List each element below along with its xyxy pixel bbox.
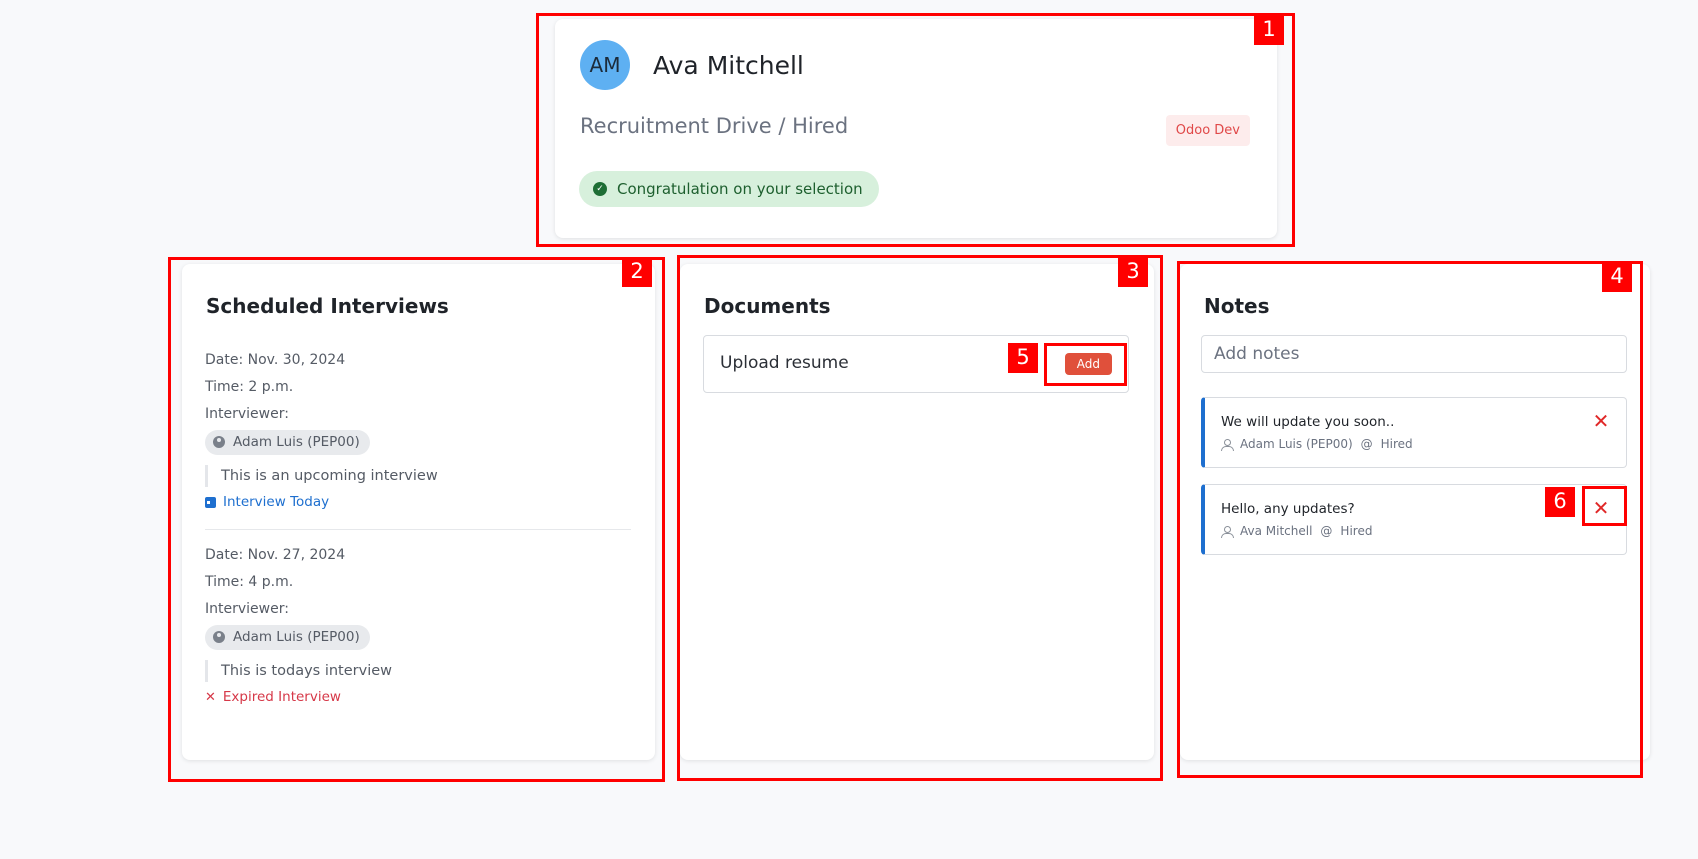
user-circle-icon bbox=[213, 631, 225, 643]
calendar-icon bbox=[205, 496, 216, 508]
person-icon bbox=[1221, 525, 1234, 538]
interview-date: Date: Nov. 27, 2024 bbox=[205, 547, 346, 563]
note-stage: Hired bbox=[1340, 524, 1373, 538]
interviewer-chip: Adam Luis (PEP00) bbox=[205, 430, 370, 455]
x-icon: ✕ bbox=[205, 689, 216, 705]
interviewer-label: Interviewer: bbox=[205, 406, 289, 422]
delete-note-button[interactable]: ✕ bbox=[1590, 497, 1612, 519]
divider bbox=[205, 529, 631, 530]
documents-card: Documents Upload resume Add bbox=[680, 264, 1154, 760]
annotation-label: 4 bbox=[1602, 262, 1632, 292]
note-meta: Adam Luis (PEP00) @ Hired bbox=[1221, 437, 1413, 451]
company-badge: Odoo Dev bbox=[1165, 115, 1250, 146]
check-circle-icon: ✓ bbox=[593, 182, 607, 196]
note-author: Adam Luis (PEP00) bbox=[1240, 437, 1353, 451]
note-text: We will update you soon.. bbox=[1221, 414, 1395, 430]
interviewer-name: Adam Luis (PEP00) bbox=[233, 434, 360, 450]
add-notes-input[interactable] bbox=[1201, 335, 1627, 373]
interview-status-text: Expired Interview bbox=[222, 689, 341, 705]
selection-alert: ✓ Congratulation on your selection bbox=[579, 171, 879, 207]
scheduled-interviews-title: Scheduled Interviews bbox=[206, 294, 449, 318]
note-meta: Ava Mitchell @ Hired bbox=[1221, 524, 1372, 538]
close-icon: ✕ bbox=[1592, 409, 1610, 433]
interview-time: Time: 4 p.m. bbox=[205, 574, 294, 590]
documents-title: Documents bbox=[704, 294, 831, 318]
annotation-label: 5 bbox=[1008, 343, 1038, 373]
interviewer-name: Adam Luis (PEP00) bbox=[233, 629, 360, 645]
add-document-button[interactable]: Add bbox=[1064, 353, 1112, 375]
interview-status-text: Interview Today bbox=[223, 494, 330, 510]
interview-item: Date: Nov. 30, 2024 Time: 2 p.m. Intervi… bbox=[205, 347, 631, 510]
annotation-label: 1 bbox=[1254, 15, 1284, 45]
note-at: @ bbox=[1360, 437, 1373, 451]
interview-time: Time: 2 p.m. bbox=[205, 379, 294, 395]
user-circle-icon bbox=[213, 436, 225, 448]
note-stage: Hired bbox=[1380, 437, 1413, 451]
person-icon bbox=[1221, 438, 1234, 451]
annotation-label: 2 bbox=[622, 257, 652, 287]
interview-status: Interview Today bbox=[205, 494, 631, 510]
note-item: We will update you soon.. Adam Luis (PEP… bbox=[1201, 397, 1627, 468]
avatar: AM bbox=[580, 40, 630, 90]
interviewer-label: Interviewer: bbox=[205, 601, 289, 617]
selection-alert-text: Congratulation on your selection bbox=[617, 180, 863, 198]
interview-note: This is todays interview bbox=[205, 660, 631, 682]
note-text: Hello, any updates? bbox=[1221, 501, 1355, 517]
applicant-header-card: AM Ava Mitchell Recruitment Drive / Hire… bbox=[555, 19, 1277, 238]
interview-date: Date: Nov. 30, 2024 bbox=[205, 352, 346, 368]
document-label: Upload resume bbox=[720, 353, 849, 373]
note-author: Ava Mitchell bbox=[1240, 524, 1313, 538]
interview-item: Date: Nov. 27, 2024 Time: 4 p.m. Intervi… bbox=[205, 542, 631, 705]
notes-card: Notes We will update you soon.. Adam Lui… bbox=[1180, 264, 1650, 760]
stage-breadcrumb: Recruitment Drive / Hired bbox=[580, 114, 849, 138]
page: AM Ava Mitchell Recruitment Drive / Hire… bbox=[0, 0, 1698, 859]
notes-title: Notes bbox=[1204, 294, 1270, 318]
annotation-label: 6 bbox=[1545, 487, 1575, 517]
interviewer-chip: Adam Luis (PEP00) bbox=[205, 625, 370, 650]
interview-note: This is an upcoming interview bbox=[205, 465, 631, 487]
annotation-label: 3 bbox=[1118, 257, 1148, 287]
note-at: @ bbox=[1320, 524, 1333, 538]
close-icon: ✕ bbox=[1592, 496, 1610, 520]
delete-note-button[interactable]: ✕ bbox=[1590, 410, 1612, 432]
document-row-resume: Upload resume Add bbox=[703, 335, 1129, 393]
scheduled-interviews-card: Scheduled Interviews Date: Nov. 30, 2024… bbox=[182, 264, 655, 760]
applicant-name: Ava Mitchell bbox=[653, 51, 804, 80]
interview-status: ✕ Expired Interview bbox=[205, 689, 631, 705]
